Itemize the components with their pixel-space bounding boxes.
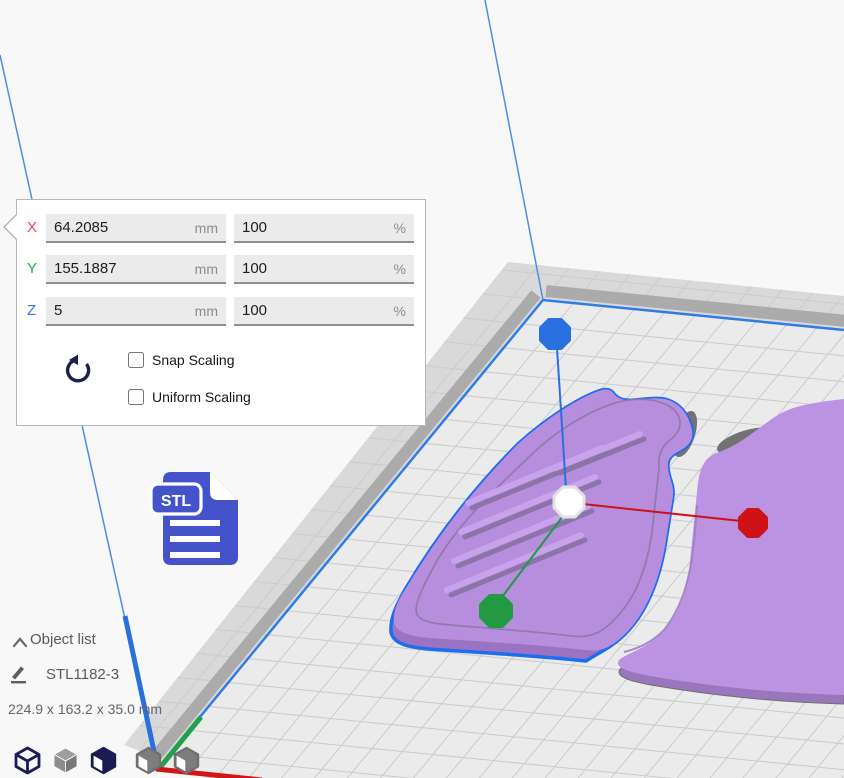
object-list-header[interactable]: Object list [8,631,96,648]
z-axis-label: Z [27,302,45,319]
scale-row-z: Z mm % [17,297,425,326]
uniform-scaling-option: Uniform Scaling [128,388,251,405]
object-name: STL1182-3 [46,666,119,683]
cube-ghost-icon [171,745,202,776]
view-mode-ghost-button-2[interactable] [171,745,202,776]
cube-wireframe-icon [12,745,43,776]
y-percent-input[interactable] [234,255,414,284]
snap-scaling-label: Snap Scaling [152,352,235,368]
view-mode-ghost-button-1[interactable] [133,745,164,776]
build-volume-edge-back [485,0,543,300]
y-axis-label: Y [27,260,45,277]
z-size-input[interactable] [46,297,226,326]
uniform-scaling-label: Uniform Scaling [152,389,251,405]
y-size-input[interactable] [46,255,226,284]
slicer-app: X mm % Y mm % Z mm % [0,0,844,778]
view-mode-toolbar [12,745,209,776]
y-scale-handle[interactable] [481,596,511,626]
cube-solid-icon [50,745,81,776]
reset-scale-button[interactable] [63,352,97,390]
scale-tool-panel: X mm % Y mm % Z mm % [16,199,426,426]
page-fold [210,472,238,500]
object-dimensions: 224.9 x 163.2 x 35.0 mm [8,701,162,717]
view-mode-cutaway-button[interactable] [88,745,119,776]
scale-row-x: X mm % [17,214,425,243]
scale-row-y: Y mm % [17,255,425,284]
x-scale-handle[interactable] [740,510,766,536]
uniform-scaling-checkbox[interactable] [128,389,144,405]
snap-scaling-checkbox[interactable] [128,352,144,368]
view-mode-wireframe-button[interactable] [12,745,43,776]
cube-cutaway-icon [88,745,119,776]
view-mode-solid-button[interactable] [50,745,81,776]
stl-file-icon: STL [148,468,242,568]
stl-badge-label: STL [161,493,191,510]
object-list-item[interactable]: STL1182-3 [8,664,119,684]
x-percent-input[interactable] [234,214,414,243]
rotate-ccw-icon [65,353,95,387]
x-axis-label: X [27,219,45,236]
cube-ghost-icon [133,745,164,776]
snap-scaling-option: Snap Scaling [128,351,235,368]
object-list-title: Object list [30,631,96,648]
z-scale-handle[interactable] [541,320,569,348]
x-size-input[interactable] [46,214,226,243]
pencil-icon [8,664,28,684]
chevron-up-icon [12,636,28,648]
z-percent-input[interactable] [234,297,414,326]
center-scale-handle[interactable] [554,487,584,517]
